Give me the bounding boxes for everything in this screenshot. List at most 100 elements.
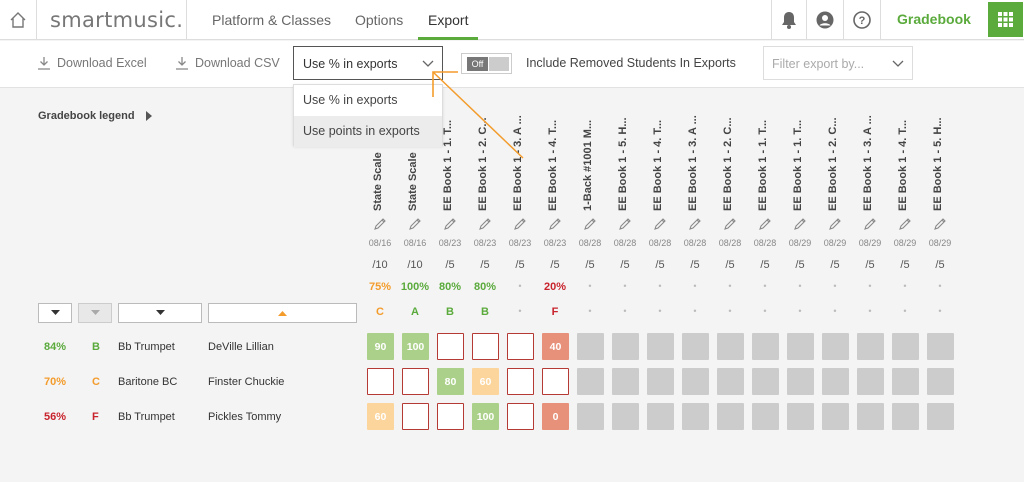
home-button[interactable] [0, 0, 37, 40]
edit-pencil-icon[interactable] [717, 217, 743, 236]
grade-cell[interactable] [717, 333, 744, 360]
tab-export[interactable]: Export [428, 12, 468, 28]
assignment-column-header[interactable]: EE Book 1 - 2. C... [717, 103, 743, 211]
grade-cell[interactable] [892, 368, 919, 395]
edit-pencil-icon[interactable] [542, 217, 568, 236]
gradebook-title[interactable]: Gradebook [897, 11, 971, 27]
edit-pencil-icon[interactable] [857, 217, 883, 236]
student-name[interactable]: Finster Chuckie [208, 376, 284, 388]
grade-cell[interactable]: 40 [542, 333, 569, 360]
grade-cell[interactable] [927, 403, 954, 430]
edit-pencil-icon[interactable] [507, 217, 533, 236]
download-excel-button[interactable]: Download Excel [37, 56, 147, 70]
grade-cell[interactable] [612, 368, 639, 395]
assignment-column-header[interactable]: EE Book 1 - 3. A ... [682, 103, 708, 211]
grade-cell[interactable]: 100 [402, 333, 429, 360]
edit-pencil-icon[interactable] [892, 217, 918, 236]
grade-cell[interactable] [752, 403, 779, 430]
edit-pencil-icon[interactable] [787, 217, 813, 236]
menu-option-points[interactable]: Use points in exports [294, 116, 442, 147]
edit-pencil-icon[interactable] [437, 217, 463, 236]
grade-cell[interactable] [577, 403, 604, 430]
grade-cell[interactable] [787, 403, 814, 430]
edit-pencil-icon[interactable] [822, 217, 848, 236]
grade-cell[interactable] [682, 333, 709, 360]
tab-options[interactable]: Options [355, 12, 403, 28]
grade-cell[interactable] [822, 403, 849, 430]
assignment-column-header[interactable]: EE Book 1 - 3. A ... [857, 103, 883, 211]
assignment-column-header[interactable]: EE Book 1 - 3. A ... [507, 103, 533, 211]
grade-cell[interactable] [857, 368, 884, 395]
grade-cell[interactable] [892, 403, 919, 430]
include-removed-toggle[interactable]: Off [461, 53, 512, 74]
apps-menu-button[interactable] [988, 2, 1023, 37]
grade-cell[interactable] [682, 403, 709, 430]
grade-cell[interactable] [507, 333, 534, 360]
grade-cell[interactable] [822, 333, 849, 360]
assignment-column-header[interactable]: EE Book 1 - 2. C... [472, 103, 498, 211]
assignment-column-header[interactable]: EE Book 1 - 4. T... [647, 103, 673, 211]
grade-cell[interactable] [857, 403, 884, 430]
grade-cell[interactable] [577, 368, 604, 395]
tab-platform-classes[interactable]: Platform & Classes [212, 12, 331, 28]
grade-cell[interactable] [647, 333, 674, 360]
grade-cell[interactable] [892, 333, 919, 360]
grade-cell[interactable] [927, 333, 954, 360]
menu-option-percent[interactable]: Use % in exports [294, 85, 442, 116]
filter-student-letter[interactable] [78, 303, 112, 323]
grade-cell[interactable] [927, 368, 954, 395]
grade-cell[interactable] [647, 403, 674, 430]
student-name[interactable]: DeVille Lillian [208, 341, 274, 353]
grade-cell[interactable] [367, 368, 394, 395]
assignment-column-header[interactable]: EE Book 1 - 1. T... [787, 103, 813, 211]
grade-cell[interactable]: 90 [367, 333, 394, 360]
grade-cell[interactable] [402, 403, 429, 430]
grade-cell[interactable] [437, 403, 464, 430]
edit-pencil-icon[interactable] [472, 217, 498, 236]
grade-cell[interactable] [647, 368, 674, 395]
grade-cell[interactable] [612, 333, 639, 360]
grade-cell[interactable] [507, 403, 534, 430]
grade-cell[interactable] [542, 368, 569, 395]
assignment-column-header[interactable]: EE Book 1 - 2. C... [822, 103, 848, 211]
edit-pencil-icon[interactable] [577, 217, 603, 236]
help-button[interactable]: ? [845, 0, 879, 40]
assignment-column-header[interactable]: 1-Back #1001 M... [577, 103, 603, 211]
grade-cell[interactable] [717, 403, 744, 430]
filter-export-select[interactable]: Filter export by... [763, 46, 913, 80]
grade-cell[interactable]: 100 [472, 403, 499, 430]
assignment-column-header[interactable]: EE Book 1 - 4. T... [542, 103, 568, 211]
grade-cell[interactable] [612, 403, 639, 430]
grade-cell[interactable]: 80 [437, 368, 464, 395]
grade-cell[interactable] [787, 333, 814, 360]
edit-pencil-icon[interactable] [647, 217, 673, 236]
assignment-column-header[interactable]: EE Book 1 - 4. T... [892, 103, 918, 211]
gradebook-legend-toggle[interactable]: Gradebook legend [38, 110, 153, 122]
assignment-column-header[interactable]: EE Book 1 - 5. H... [927, 103, 953, 211]
grade-cell[interactable] [787, 368, 814, 395]
assignment-column-header[interactable]: EE Book 1 - 5. H... [612, 103, 638, 211]
assignment-column-header[interactable]: EE Book 1 - 1. T... [752, 103, 778, 211]
grade-cell[interactable] [752, 333, 779, 360]
grade-cell[interactable]: 60 [367, 403, 394, 430]
grade-cell[interactable] [472, 333, 499, 360]
app-logo[interactable]: smartmusic. [50, 8, 183, 32]
notifications-button[interactable] [772, 0, 806, 40]
export-mode-select[interactable]: Use % in exports [293, 46, 443, 80]
edit-pencil-icon[interactable] [682, 217, 708, 236]
grade-cell[interactable]: 0 [542, 403, 569, 430]
student-name[interactable]: Pickles Tommy [208, 411, 281, 423]
grade-cell[interactable] [752, 368, 779, 395]
edit-pencil-icon[interactable] [367, 217, 393, 236]
grade-cell[interactable] [717, 368, 744, 395]
edit-pencil-icon[interactable] [402, 217, 428, 236]
grade-cell[interactable] [857, 333, 884, 360]
edit-pencil-icon[interactable] [927, 217, 953, 236]
filter-instrument[interactable] [118, 303, 202, 323]
grade-cell[interactable] [577, 333, 604, 360]
sort-student-name[interactable] [208, 303, 357, 323]
account-button[interactable] [808, 0, 842, 40]
grade-cell[interactable] [822, 368, 849, 395]
grade-cell[interactable] [402, 368, 429, 395]
download-csv-button[interactable]: Download CSV [175, 56, 280, 70]
